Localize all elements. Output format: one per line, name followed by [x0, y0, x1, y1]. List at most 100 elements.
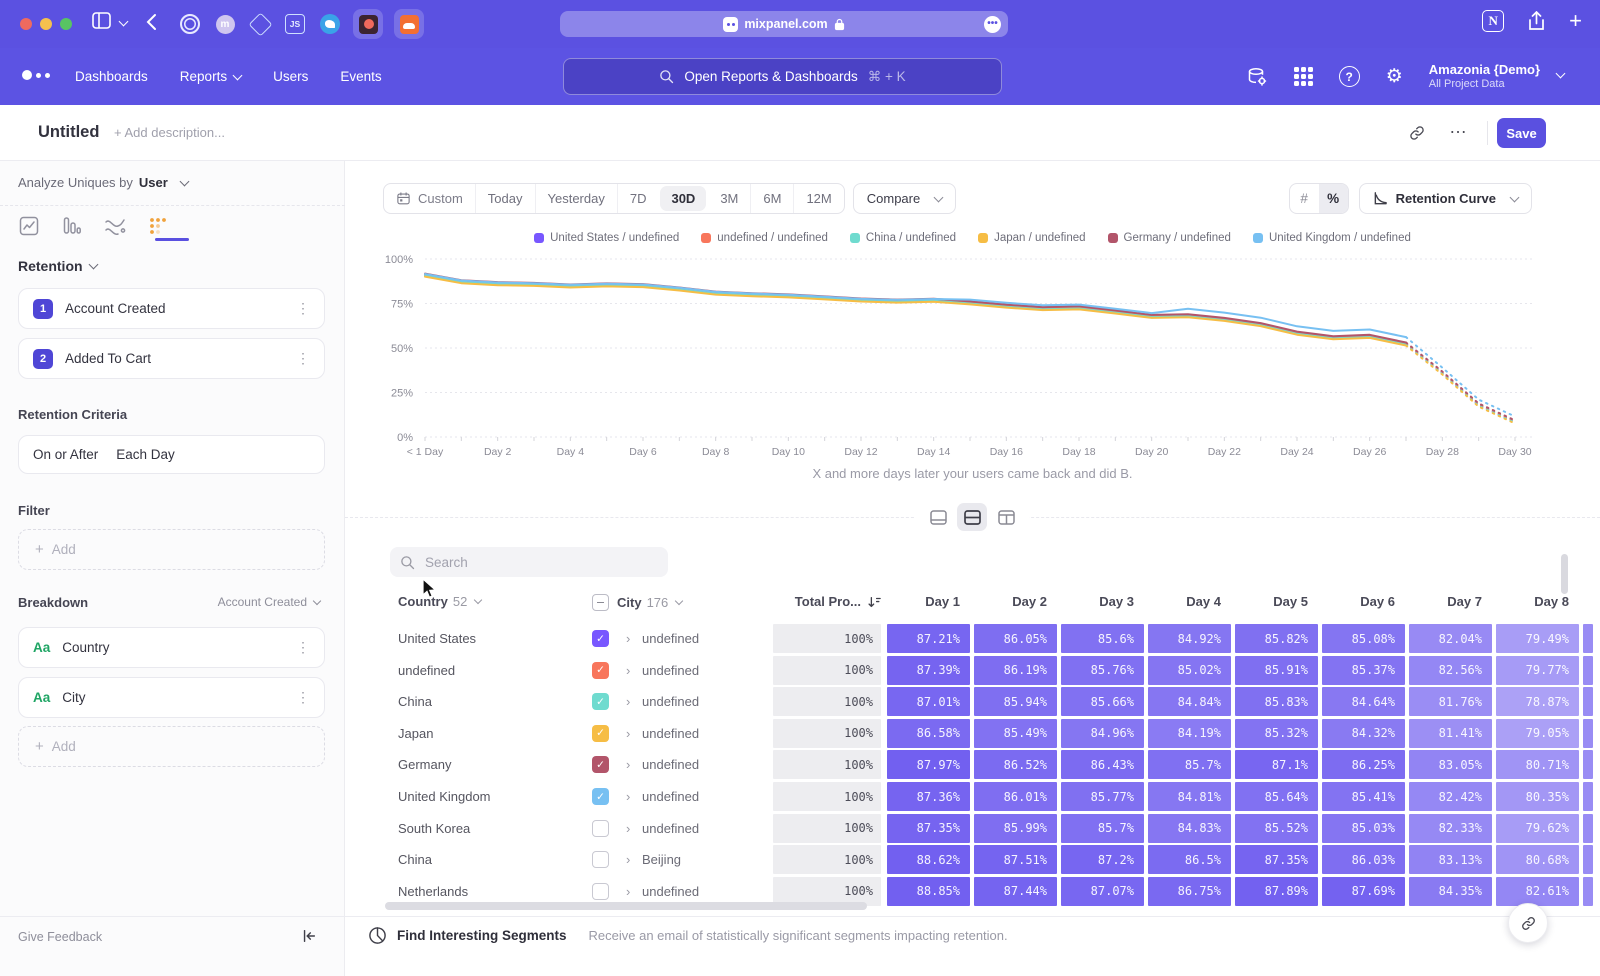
row-city[interactable]: undefined [642, 781, 699, 813]
expand-chevron-icon[interactable]: › [626, 844, 630, 876]
close-window-button[interactable] [20, 18, 32, 30]
extension-poe-icon[interactable] [353, 9, 383, 39]
chevron-down-icon[interactable] [120, 18, 127, 25]
apps-grid-icon[interactable] [1294, 67, 1313, 86]
retention-cell[interactable]: 87.36% [887, 782, 970, 811]
day-column-header[interactable]: Day 4 [1148, 594, 1231, 609]
kebab-menu-icon[interactable]: ⋮ [296, 350, 310, 367]
back-icon[interactable] [146, 13, 157, 31]
breakdown-scope-selector[interactable]: Account Created [218, 595, 320, 609]
retention-cell[interactable]: 79.49% [1496, 624, 1579, 653]
tab-flows[interactable] [104, 214, 126, 238]
row-country[interactable]: China [398, 844, 432, 876]
retention-cell[interactable]: 84.92% [1148, 624, 1231, 653]
retention-cell[interactable]: 85.32% [1235, 719, 1318, 748]
row-checkbox-unchecked[interactable] [592, 851, 609, 868]
mixpanel-logo[interactable] [22, 70, 50, 80]
retention-cell[interactable]: 82.42% [1409, 782, 1492, 811]
retention-cell[interactable]: 85.91% [1235, 656, 1318, 685]
retention-cell[interactable]: 85.37% [1322, 656, 1405, 685]
retention-cell[interactable]: 87.21% [887, 624, 970, 653]
expand-chevron-icon[interactable]: › [626, 686, 630, 718]
retention-cell[interactable]: 88.62% [887, 845, 970, 874]
share-link-floating-button[interactable] [1508, 903, 1548, 943]
row-city[interactable]: undefined [642, 623, 699, 655]
add-breakdown-button[interactable]: + Add [18, 726, 325, 767]
chart-type-selector[interactable]: Retention Curve [1359, 183, 1532, 214]
collapse-sidebar-icon[interactable] [301, 928, 317, 944]
retention-cell[interactable]: 87.69% [1322, 877, 1405, 906]
settings-gear-icon[interactable]: ⚙ [1386, 67, 1403, 86]
extension-m-icon[interactable]: m [213, 12, 237, 36]
step-card-added-to-cart[interactable]: 2 Added To Cart ⋮ [18, 338, 325, 379]
save-button[interactable]: Save [1497, 118, 1546, 148]
analyze-value[interactable]: User [139, 175, 168, 190]
retention-cell[interactable]: 86.5% [1148, 845, 1231, 874]
minimize-window-button[interactable] [40, 18, 52, 30]
extension-cube-icon[interactable] [248, 12, 272, 36]
nav-reports[interactable]: Reports [180, 69, 241, 84]
new-tab-icon[interactable]: + [1569, 11, 1582, 31]
criteria-each-day[interactable]: Each Day [116, 447, 175, 462]
layout-table-only-button[interactable] [991, 503, 1021, 531]
range-6m[interactable]: 6M [750, 184, 793, 213]
extension-js-icon[interactable]: JS [283, 12, 307, 36]
city-column-header[interactable]: City176 [592, 594, 682, 611]
legend-item[interactable]: United Kingdom / undefined [1253, 232, 1411, 244]
project-chevron-icon[interactable] [1556, 69, 1566, 79]
retention-cell[interactable]: 83.13% [1409, 845, 1492, 874]
retention-cell[interactable]: 83.05% [1409, 750, 1492, 779]
retention-cell[interactable]: 85.52% [1235, 814, 1318, 843]
retention-cell[interactable]: 87.07% [1061, 877, 1144, 906]
retention-cell[interactable]: 85.6% [1061, 624, 1144, 653]
expand-chevron-icon[interactable]: › [626, 749, 630, 781]
range-custom[interactable]: Custom [384, 184, 475, 213]
expand-chevron-icon[interactable]: › [626, 718, 630, 750]
retention-cell[interactable]: 87.51% [974, 845, 1057, 874]
more-options-icon[interactable]: … [1449, 117, 1468, 138]
kebab-menu-icon[interactable]: ⋮ [296, 689, 310, 706]
retention-criteria-card[interactable]: On or After Each Day [18, 435, 325, 474]
compare-button[interactable]: Compare [853, 183, 956, 214]
retention-cell[interactable]: 79.05% [1496, 719, 1579, 748]
address-bar[interactable]: mixpanel.com ••• [560, 11, 1008, 37]
retention-cell[interactable]: 86.03% [1322, 845, 1405, 874]
layout-chart-only-button[interactable] [923, 503, 953, 531]
total-column-header[interactable]: Total Pro... [773, 594, 881, 609]
step-label[interactable]: Account Created [65, 301, 166, 316]
nav-users[interactable]: Users [273, 69, 308, 84]
nav-dashboards[interactable]: Dashboards [75, 69, 148, 84]
retention-cell[interactable]: 85.08% [1322, 624, 1405, 653]
format-percent-button[interactable]: % [1319, 184, 1348, 213]
country-column-header[interactable]: Country52 [398, 594, 481, 609]
expand-chevron-icon[interactable]: › [626, 813, 630, 845]
retention-cell[interactable]: 87.35% [887, 814, 970, 843]
nav-events[interactable]: Events [340, 69, 381, 84]
retention-cell[interactable]: 85.77% [1061, 782, 1144, 811]
retention-cell[interactable]: 79.62% [1496, 814, 1579, 843]
range-7d[interactable]: 7D [617, 184, 659, 213]
copy-link-icon[interactable] [1408, 124, 1426, 142]
retention-cell[interactable]: 87.89% [1235, 877, 1318, 906]
step-label[interactable]: Added To Cart [65, 351, 151, 366]
retention-cell[interactable]: 84.35% [1409, 877, 1492, 906]
row-country[interactable]: South Korea [398, 813, 470, 845]
retention-cell[interactable]: 82.04% [1409, 624, 1492, 653]
row-checkbox-checked[interactable]: ✓ [592, 630, 609, 647]
step-card-account-created[interactable]: 1 Account Created ⋮ [18, 288, 325, 329]
retention-cell[interactable]: 82.33% [1409, 814, 1492, 843]
notion-extension-icon[interactable]: N [1482, 10, 1504, 32]
retention-cell[interactable]: 87.1% [1235, 750, 1318, 779]
retention-cell[interactable]: 85.41% [1322, 782, 1405, 811]
row-country[interactable]: China [398, 686, 432, 718]
range-3m[interactable]: 3M [708, 184, 750, 213]
table-search-input[interactable] [423, 554, 647, 571]
breakdown-property[interactable]: City [62, 690, 85, 705]
share-icon[interactable] [1528, 11, 1545, 31]
retention-chart-svg[interactable]: 100%75%50%25%0%< 1 DayDay 2Day 4Day 6Day… [345, 249, 1600, 483]
retention-section-header[interactable]: Retention [18, 258, 97, 274]
row-city[interactable]: undefined [642, 718, 699, 750]
retention-cell[interactable]: 84.96% [1061, 719, 1144, 748]
day-column-header[interactable]: Day 5 [1235, 594, 1318, 609]
maximize-window-button[interactable] [60, 18, 72, 30]
